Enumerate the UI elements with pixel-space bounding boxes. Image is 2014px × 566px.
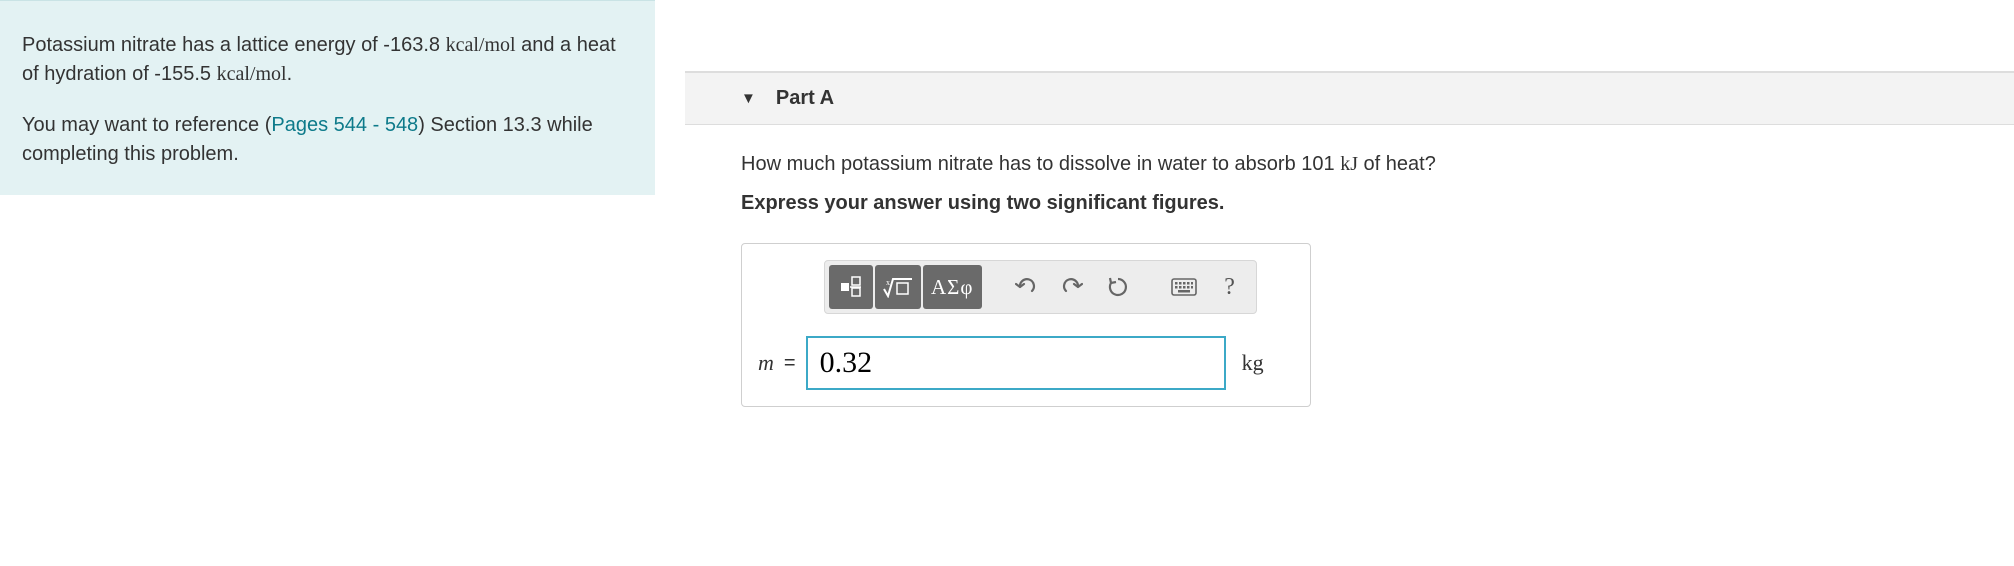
problem-statement: Potassium nitrate has a lattice energy o… — [22, 31, 633, 89]
unit-label: kg — [1242, 350, 1264, 376]
text: How much potassium nitrate has to dissol… — [741, 153, 1340, 175]
redo-button[interactable] — [1050, 265, 1094, 309]
equation-toolbar: x ΑΣφ — [824, 260, 1257, 314]
answer-row: m = kg — [758, 336, 1294, 390]
answer-box: x ΑΣφ — [741, 243, 1311, 407]
greek-label: ΑΣφ — [931, 275, 974, 300]
answer-column: ▼ Part A How much potassium nitrate has … — [655, 0, 2014, 566]
equals-sign: = — [784, 352, 796, 375]
svg-text:x: x — [886, 278, 890, 287]
info-box: Potassium nitrate has a lattice energy o… — [0, 0, 655, 195]
unit-text: kcal/mol — [217, 63, 287, 85]
reference-hint: You may want to reference (Pages 544 - 5… — [22, 111, 633, 169]
problem-info-column: Potassium nitrate has a lattice energy o… — [0, 0, 655, 566]
sqrt-button[interactable]: x — [875, 265, 921, 309]
text: Potassium nitrate has a lattice energy o… — [22, 34, 446, 56]
unit-text: kJ — [1340, 153, 1358, 175]
variable-label: m — [758, 350, 774, 376]
part-body: How much potassium nitrate has to dissol… — [655, 125, 2014, 437]
reset-button[interactable] — [1096, 265, 1140, 309]
spacer — [685, 0, 2014, 72]
pages-link[interactable]: Pages 544 - 548 — [271, 114, 418, 136]
instruction-text: Express your answer using two significan… — [741, 192, 1984, 215]
unit-text: kcal/mol — [446, 34, 516, 56]
text: of heat? — [1358, 153, 1436, 175]
text: You may want to reference ( — [22, 114, 271, 136]
keyboard-button[interactable] — [1162, 265, 1206, 309]
answer-input[interactable] — [806, 336, 1226, 390]
question-text: How much potassium nitrate has to dissol… — [741, 153, 1984, 176]
part-header[interactable]: ▼ Part A — [685, 72, 2014, 125]
text: . — [287, 63, 293, 85]
greek-button[interactable]: ΑΣφ — [923, 265, 982, 309]
templates-button[interactable] — [829, 265, 873, 309]
caret-down-icon: ▼ — [741, 90, 756, 107]
help-button[interactable]: ? — [1208, 265, 1252, 309]
part-title: Part A — [776, 87, 834, 110]
undo-button[interactable] — [1004, 265, 1048, 309]
